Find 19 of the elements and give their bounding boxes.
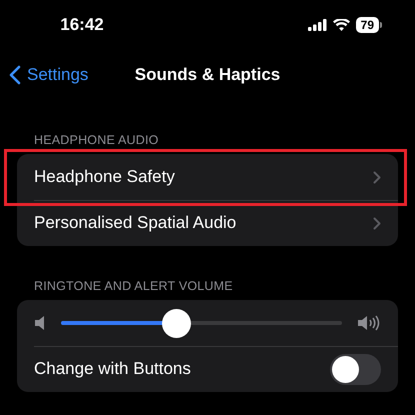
clock-time: 16:42: [59, 15, 105, 35]
wifi-icon: [332, 19, 350, 31]
row-label: Change with Buttons: [34, 359, 192, 379]
chevron-icon[interactable]: [373, 216, 381, 230]
section-header: HEADPHONE AUDIO: [33, 133, 160, 149]
signal-icon: [308, 19, 327, 31]
screen-title: Sounds & Haptics: [134, 65, 280, 85]
slider-thumb[interactable]: [162, 308, 192, 338]
chevron-icon[interactable]: [373, 170, 381, 184]
battery-percentage: 79: [356, 17, 379, 33]
toggle-switch[interactable]: [330, 354, 381, 384]
section-header: RINGTONE AND ALERT VOLUME: [33, 279, 234, 295]
row-label: Personalised Spatial Audio: [34, 213, 238, 233]
volume-slider[interactable]: [61, 308, 342, 338]
speaker-high-icon: [357, 315, 381, 331]
row-label: Headphone Safety: [34, 167, 176, 187]
back-chevron-icon[interactable]: [9, 65, 21, 85]
speaker-low-icon: [34, 316, 46, 330]
back-button[interactable]: Settings: [9, 65, 88, 85]
